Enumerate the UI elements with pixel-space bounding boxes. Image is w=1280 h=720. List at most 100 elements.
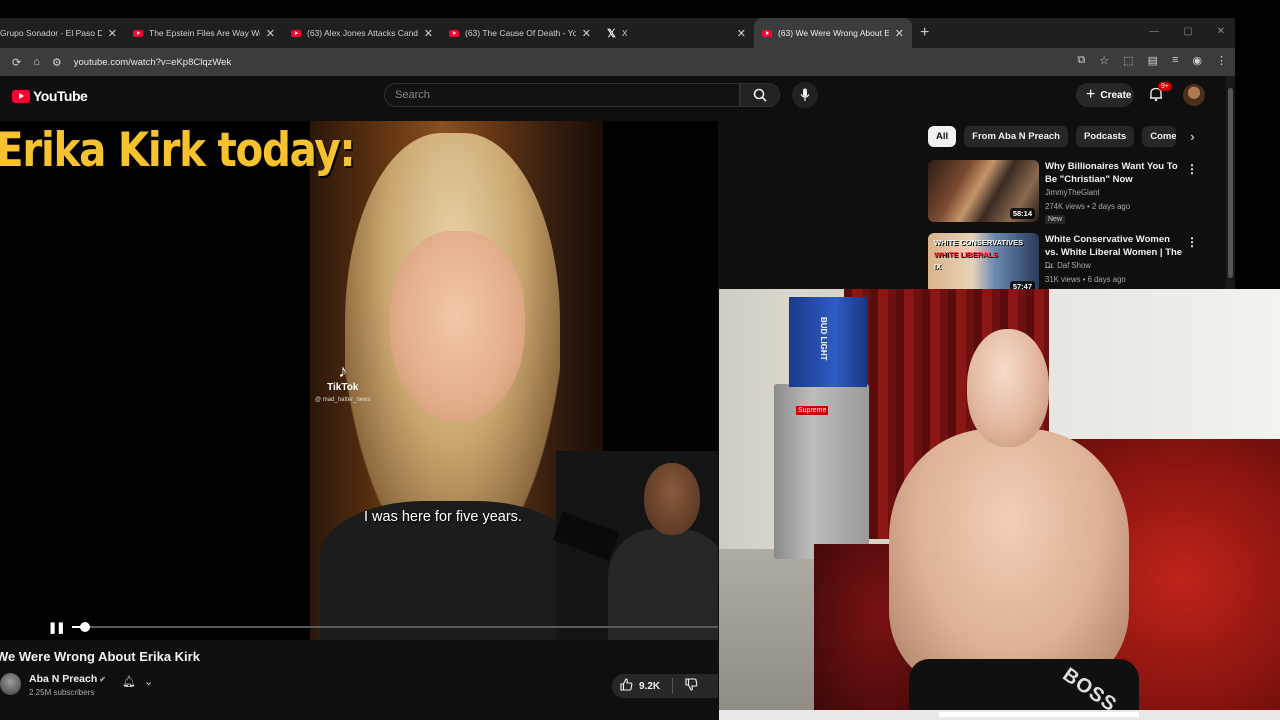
video-frame-host (552, 451, 718, 640)
create-button[interactable]: + Create (1076, 83, 1134, 107)
like-dislike-bar: 9.2K (612, 674, 718, 698)
site-info-icon[interactable]: ⚙ (52, 56, 62, 69)
page-scrollbar[interactable] (1226, 76, 1235, 290)
channel-name[interactable]: Aba N Preach ✔ (29, 673, 106, 685)
webcam-bottom-bar (719, 710, 1280, 720)
dislike-button[interactable] (685, 678, 698, 694)
reload-icon[interactable]: ⟳ (12, 56, 21, 69)
video-controls: ❚❚ (0, 620, 718, 634)
video-thumbnail[interactable]: 58:14 (928, 160, 1039, 222)
subscriber-count: 2.25M subscribers (29, 688, 95, 697)
channel-name-text: Aba N Preach (29, 673, 98, 685)
address-bar-actions: ⧉ ☆ ⬚ ▤ ≡ ◉ ⋮ (1077, 54, 1227, 67)
url-field[interactable]: youtube.com/watch?v=eKp8ClqzWek (74, 57, 231, 68)
search-button[interactable] (740, 83, 780, 107)
youtube-play-icon (12, 89, 30, 103)
bell-icon: 🔔︎ (122, 676, 136, 688)
chevron-down-icon: ⌄ (143, 676, 154, 688)
notifications-button[interactable]: 9+ (1148, 82, 1172, 107)
youtube-icon (133, 29, 143, 37)
progress-track[interactable] (72, 626, 718, 628)
search-input[interactable]: Search (384, 83, 740, 107)
tab-close-icon[interactable]: ✕ (737, 27, 746, 40)
install-app-icon[interactable]: ⧉ (1077, 54, 1085, 67)
home-icon[interactable]: ⌂ (33, 56, 40, 68)
video-thumbnail[interactable]: WHITE CONSERVATIVES WHITE LIBERALS IX 57… (928, 233, 1039, 295)
video-player[interactable]: Erika Kirk today: ♪ TikTok @ mad_hatter_… (0, 121, 718, 640)
subscription-bell-button[interactable]: 🔔︎ ⌄ (122, 675, 153, 688)
voice-search-button[interactable] (792, 82, 818, 108)
reading-list-icon[interactable]: ≡ (1172, 54, 1178, 67)
bookmark-star-icon[interactable]: ☆ (1099, 54, 1109, 67)
browser-tab-active[interactable]: (63) We Were Wrong About Eri... ✕ (754, 18, 912, 48)
verified-icon: ✔ (99, 675, 106, 684)
browser-tab[interactable]: (63) Alex Jones Attacks Candac ✕ (283, 18, 441, 48)
browser-tab[interactable]: (63) The Cause Of Death - You... ✕ (441, 18, 599, 48)
browser-tab[interactable]: The Epstein Files Are Way Wors ✕ (125, 18, 283, 48)
webcam-person-torso (889, 429, 1129, 689)
tab-close-icon[interactable]: ✕ (266, 27, 275, 40)
new-badge: New (1045, 215, 1066, 224)
tab-close-icon[interactable]: ✕ (108, 27, 117, 40)
profile-icon[interactable]: ◉ (1192, 54, 1202, 67)
webcam-overlay: Supreme BUD LIGHT BOSS (719, 289, 1280, 720)
host-head (644, 463, 700, 535)
new-tab-icon[interactable]: + (920, 24, 929, 42)
account-avatar[interactable] (1183, 84, 1205, 106)
thumbnail-text-line: WHITE LIBERALS (934, 250, 998, 259)
recommendation-title[interactable]: Why Billionaires Want You To Be "Christi… (1045, 160, 1185, 186)
tab-title: (63) The Cause Of Death - You... (465, 28, 576, 38)
youtube-logo[interactable]: YouTube (12, 88, 88, 104)
window-close-icon[interactable]: ✕ (1217, 26, 1225, 37)
thumbs-up-icon (620, 678, 633, 691)
youtube-icon (291, 29, 301, 37)
tab-close-icon[interactable]: ✕ (424, 27, 433, 40)
channel-avatar[interactable] (0, 673, 21, 695)
browser-tab[interactable]: 𝕏 X ✕ (599, 18, 754, 48)
recommendation-meta: 274K views • 2 days ago (1045, 202, 1131, 211)
more-options-icon[interactable]: ⋮ (1186, 162, 1198, 176)
minimize-icon[interactable]: — (1149, 26, 1159, 37)
tab-close-icon[interactable]: ✕ (895, 27, 904, 40)
webcam-person-head (967, 329, 1049, 447)
host-microphone (552, 511, 620, 561)
tab-title: Grupo Sonador - El Paso Del G... (0, 28, 102, 38)
thumbnail-text: WHITE CONSERVATIVES WHITE LIBERALS IX (934, 237, 1023, 273)
webcam-sticker: Supreme (796, 406, 829, 415)
recommendation-channel[interactable]: Dr. Daf Show (1045, 261, 1091, 270)
tiktok-handle: @ mad_hatter_news (315, 397, 371, 403)
video-frame-figure-face (390, 231, 525, 421)
split-view-icon[interactable]: ▤ (1148, 54, 1158, 67)
browser-menu-icon[interactable]: ⋮ (1216, 54, 1227, 67)
top-black-strip (0, 0, 1280, 18)
browser-tab[interactable]: Grupo Sonador - El Paso Del G... ✕ (0, 18, 125, 48)
like-count: 9.2K (639, 680, 661, 692)
desktop-black-area (1235, 18, 1280, 290)
more-options-icon[interactable]: ⋮ (1186, 235, 1198, 249)
chip-from-channel[interactable]: From Aba N Preach (964, 126, 1068, 147)
recommendation-meta: 31K views • 6 days ago (1045, 275, 1126, 284)
chip-comedy[interactable]: Comedy (1142, 126, 1177, 147)
tab-title: (63) We Were Wrong About Eri... (778, 28, 889, 38)
video-title: We Were Wrong About Erika Kirk (0, 649, 200, 664)
maximize-icon[interactable]: ▢ (1183, 26, 1192, 37)
chip-all[interactable]: All (928, 126, 957, 147)
progress-scrubber[interactable] (80, 622, 90, 632)
chevron-right-icon[interactable]: › (1190, 129, 1194, 144)
recommendation-item[interactable]: 58:14 Why Billionaires Want You To Be "C… (928, 160, 1218, 226)
webcam-mini-fridge: Supreme (774, 384, 869, 559)
browser-tab-bar: Grupo Sonador - El Paso Del G... ✕ The E… (0, 18, 1235, 48)
screen: Grupo Sonador - El Paso Del G... ✕ The E… (0, 0, 1280, 720)
webcam-box-text: BUD LIGHT (819, 317, 828, 361)
youtube-icon (762, 29, 772, 37)
pause-icon[interactable]: ❚❚ (48, 621, 65, 634)
extensions-icon[interactable]: ⬚ (1123, 54, 1133, 67)
webcam-person: BOSS (889, 329, 1139, 720)
tab-close-icon[interactable]: ✕ (582, 27, 591, 40)
recommendation-channel[interactable]: JimmyTheGiant (1045, 188, 1100, 197)
like-button[interactable] (620, 678, 633, 694)
filter-chips: All From Aba N Preach Podcasts Comedy › (928, 126, 1195, 147)
chip-podcasts[interactable]: Podcasts (1075, 126, 1135, 147)
scrollbar-thumb[interactable] (1228, 88, 1233, 278)
tiktok-watermark: ♪ TikTok @ mad_hatter_news (315, 361, 370, 404)
